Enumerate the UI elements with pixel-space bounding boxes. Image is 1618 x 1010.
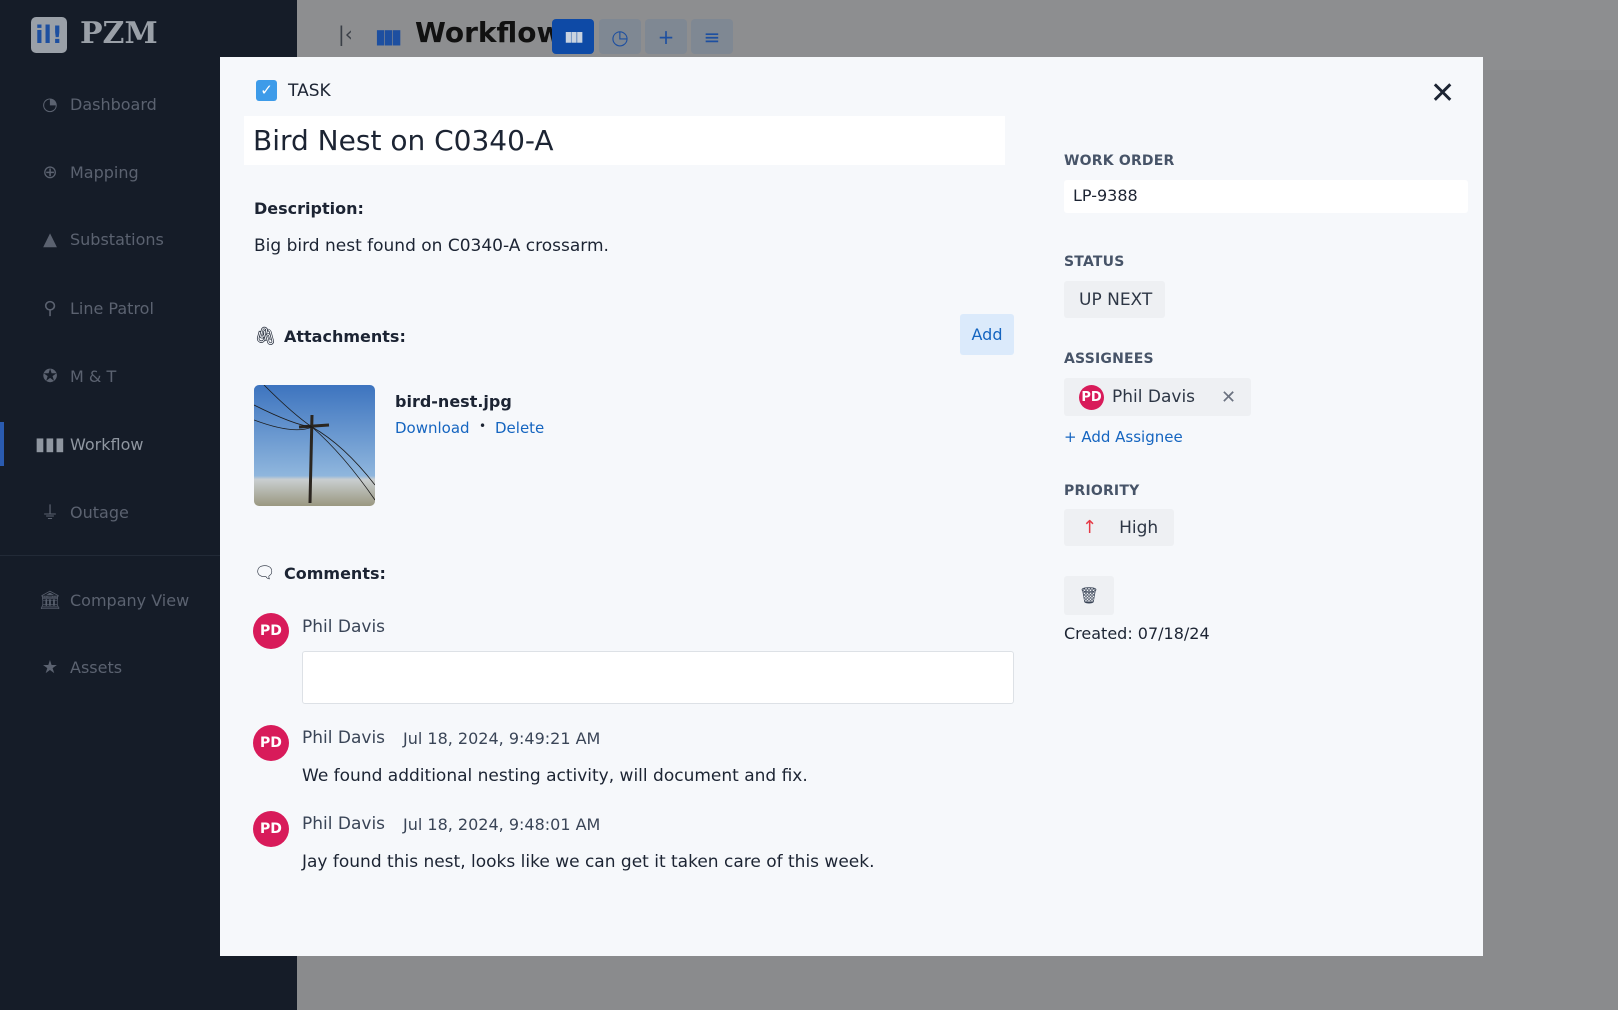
delete-task-button[interactable]: 🗑 xyxy=(1064,576,1114,615)
created-date: Created: 07/18/24 xyxy=(1064,624,1210,643)
assignee-chip: PD Phil Davis ✕ xyxy=(1064,378,1251,416)
clock-icon: ◷ xyxy=(611,24,629,49)
comment-author: Phil Davis xyxy=(302,728,386,748)
add-button[interactable]: + xyxy=(645,19,687,54)
current-user-name: Phil Davis xyxy=(302,617,386,637)
avatar: PD xyxy=(253,613,289,649)
comment-input[interactable] xyxy=(302,651,1014,704)
sidebar-item-label: Mapping xyxy=(70,162,139,182)
sidebar-item-label: Line Patrol xyxy=(70,298,154,318)
separator: • xyxy=(479,419,487,433)
delete-link[interactable]: Delete xyxy=(495,419,544,437)
route-icon: ⚲ xyxy=(43,297,57,319)
bank-icon: 🏛 xyxy=(38,589,62,611)
filter-icon: ≡ xyxy=(703,24,721,49)
paperclip-icon: 🖇 xyxy=(254,326,277,347)
sidebar-item-label: Outage xyxy=(70,502,129,522)
attachment-filename: bird-nest.jpg xyxy=(395,392,512,411)
sidebar-item-label: Dashboard xyxy=(70,94,157,114)
add-attachment-button[interactable]: Add xyxy=(960,314,1014,355)
comment-author: Phil Davis xyxy=(302,814,386,834)
task-title-input[interactable]: Bird Nest on C0340-A xyxy=(244,116,1005,165)
avatar: PD xyxy=(253,811,289,847)
app-name: PZM xyxy=(80,16,158,51)
priority-label: PRIORITY xyxy=(1064,483,1140,499)
avatar: PD xyxy=(1079,384,1104,410)
columns-icon: ▮▮▮ xyxy=(564,28,583,45)
arrow-up-icon: ↑ xyxy=(1082,517,1098,538)
add-assignee-button[interactable]: + Add Assignee xyxy=(1064,428,1183,446)
avatar: PD xyxy=(253,725,289,761)
logo-icon: il! xyxy=(31,17,67,53)
status-label: STATUS xyxy=(1064,254,1125,270)
description-text[interactable]: Big bird nest found on C0340-A crossarm. xyxy=(254,236,609,256)
comment-icon: 🗨 xyxy=(254,563,276,583)
sidebar-item-label: Workflow xyxy=(70,434,144,454)
add-assignee-label: Add Assignee xyxy=(1081,428,1183,446)
warning-icon: ▲ xyxy=(43,228,57,250)
star-icon: ★ xyxy=(41,656,59,678)
trash-icon: 🗑 xyxy=(1078,586,1100,605)
sidebar-item-label: Assets xyxy=(70,657,123,677)
priority-value: High xyxy=(1119,517,1159,538)
assignee-name: Phil Davis xyxy=(1112,387,1196,407)
status-dropdown[interactable]: UP NEXT xyxy=(1064,281,1165,318)
sidebar-item-label: Company View xyxy=(70,590,190,610)
workflow-icon: ▮▮▮ xyxy=(375,24,402,48)
close-icon[interactable]: ✕ xyxy=(1430,76,1455,111)
power-pole-image xyxy=(254,385,375,504)
plus-icon: + xyxy=(657,24,675,49)
attachments-label: Attachments: xyxy=(284,327,406,346)
assignees-label: ASSIGNEES xyxy=(1064,351,1154,367)
collapse-sidebar-icon[interactable]: |‹ xyxy=(338,22,353,46)
comment-date: Jul 18, 2024, 9:49:21 AM xyxy=(403,729,601,748)
priority-dropdown[interactable]: ↑ High xyxy=(1064,509,1174,546)
download-link[interactable]: Download xyxy=(395,419,470,437)
filter-button[interactable]: ≡ xyxy=(691,19,733,54)
comment-text: Jay found this nest, looks like we can g… xyxy=(302,852,875,872)
globe-icon: ⊕ xyxy=(42,161,58,183)
comment-text: We found additional nesting activity, wi… xyxy=(302,766,808,786)
plug-icon: ⏚ xyxy=(41,503,59,524)
work-order-input[interactable]: LP-9388 xyxy=(1064,180,1468,213)
comments-label: Comments: xyxy=(284,564,386,583)
attachment-thumbnail[interactable] xyxy=(254,385,375,506)
work-order-label: WORK ORDER xyxy=(1064,153,1175,169)
page-title: Workflow xyxy=(415,16,563,49)
gauge-icon: ◔ xyxy=(42,93,58,115)
comment-date: Jul 18, 2024, 9:48:01 AM xyxy=(403,815,601,834)
task-type-label: TASK xyxy=(288,81,331,101)
description-label: Description: xyxy=(254,199,364,218)
sidebar-item-label: Substations xyxy=(70,229,164,249)
plus-icon: + xyxy=(1064,428,1082,446)
board-view-button[interactable]: ▮▮▮ xyxy=(552,19,594,54)
columns-icon: ▮▮▮ xyxy=(35,433,65,455)
task-checkbox-icon: ✓ xyxy=(256,80,277,101)
history-button[interactable]: ◷ xyxy=(599,19,641,54)
sidebar-item-label: M & T xyxy=(70,366,117,386)
badge-check-icon: ✪ xyxy=(42,365,58,387)
remove-assignee-icon[interactable]: ✕ xyxy=(1221,387,1236,408)
